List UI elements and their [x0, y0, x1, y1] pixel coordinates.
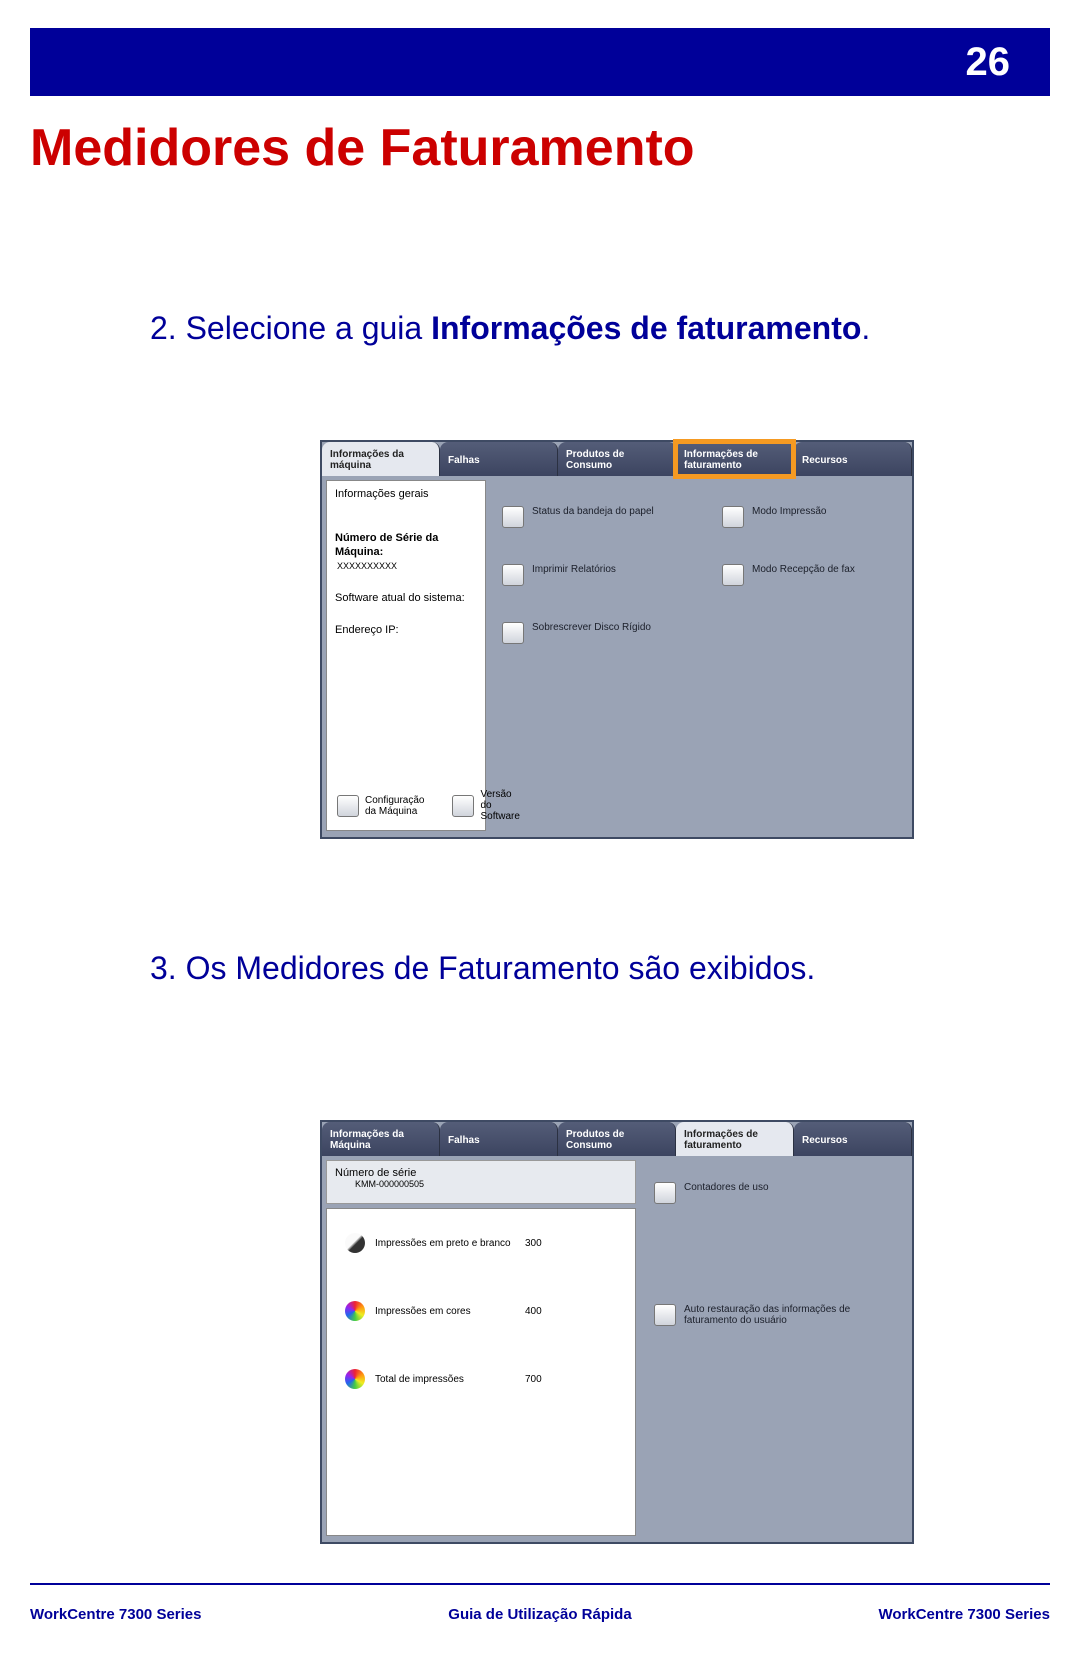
tab-resources[interactable]: Recursos: [794, 1122, 912, 1156]
right-panel-2: Contadores de uso Auto restauração das i…: [636, 1156, 912, 1542]
footer-center: Guia de Utilização Rápida: [448, 1606, 631, 1623]
page-number: 26: [966, 40, 1011, 85]
machine-config-button[interactable]: Configuração da Máquina: [337, 795, 424, 817]
step-2: 2. Selecione a guia Informações de fatur…: [150, 310, 870, 347]
meter-label: Total de impressões: [375, 1374, 525, 1385]
header-bar: 26: [30, 28, 1050, 96]
right-panel-1: Status da bandeja do papel Imprimir Rela…: [486, 476, 912, 837]
screenshot-2: Informações da Máquina Falhas Produtos d…: [320, 1120, 914, 1544]
color-icon: [345, 1301, 365, 1321]
left-panel-1: Informações gerais Número de Série da Má…: [326, 480, 486, 831]
page: 26 Medidores de Faturamento 2. Selecione…: [0, 0, 1080, 1669]
tab-billing-info-active[interactable]: Informações de faturamento: [676, 1122, 794, 1156]
button-icon: [654, 1182, 676, 1204]
screen2-body: Número de série KMM-000000505 Impressões…: [322, 1156, 912, 1542]
screenshot-1: Informações da máquina Falhas Produtos d…: [320, 440, 914, 839]
button-icon: [722, 506, 744, 528]
button-icon: [722, 564, 744, 586]
meter-list: Impressões em preto e branco 300 Impress…: [326, 1208, 636, 1536]
software-label: Software atual do sistema:: [335, 591, 477, 605]
config-row: Configuração da Máquina Versão do Softwa…: [337, 789, 475, 822]
button-icon: [502, 506, 524, 528]
screen1-body: Informações gerais Número de Série da Má…: [322, 476, 912, 837]
step-3: 3. Os Medidores de Faturamento são exibi…: [150, 950, 815, 987]
tab-resources[interactable]: Recursos: [794, 442, 912, 476]
button-icon: [654, 1304, 676, 1326]
footer-left: WorkCentre 7300 Series: [30, 1606, 201, 1623]
color-icon: [345, 1369, 365, 1389]
meter-label: Impressões em cores: [375, 1306, 525, 1317]
meter-value: 700: [525, 1374, 575, 1385]
ip-label: Endereço IP:: [335, 623, 477, 637]
footer-right: WorkCentre 7300 Series: [879, 1606, 1050, 1623]
step-2-bold: Informações de faturamento: [431, 310, 861, 346]
tab-bar-1: Informações da máquina Falhas Produtos d…: [322, 442, 912, 476]
footer-divider: [30, 1583, 1050, 1585]
software-version-button[interactable]: Versão do Software: [452, 789, 519, 822]
meter-value: 400: [525, 1306, 575, 1317]
meter-label: Impressões em preto e branco: [375, 1238, 525, 1249]
step-2-suffix: .: [861, 310, 870, 346]
button-icon: [502, 622, 524, 644]
meter-row-color: Impressões em cores 400: [345, 1301, 625, 1321]
serial-box: Número de série KMM-000000505: [326, 1160, 636, 1204]
step-2-prefix: 2. Selecione a guia: [150, 310, 431, 346]
button-icon: [502, 564, 524, 586]
serial-value: XXXXXXXXXX: [337, 559, 477, 573]
auto-reset-button[interactable]: Auto restauração das informações de fatu…: [654, 1304, 898, 1326]
footer: WorkCentre 7300 Series Guia de Utilizaçã…: [30, 1606, 1050, 1623]
serial-label-2: Número de série: [335, 1167, 627, 1179]
button-icon: [337, 795, 359, 817]
serial-label: Número de Série da Máquina:: [335, 531, 477, 559]
tab-machine-info[interactable]: Informações da máquina: [322, 442, 440, 476]
fax-mode-button[interactable]: Modo Recepção de fax: [722, 564, 902, 586]
print-reports-button[interactable]: Imprimir Relatórios: [502, 564, 682, 586]
usage-counters-button[interactable]: Contadores de uso: [654, 1182, 898, 1204]
meter-value: 300: [525, 1238, 575, 1249]
tab-faults[interactable]: Falhas: [440, 1122, 558, 1156]
paper-tray-status-button[interactable]: Status da bandeja do papel: [502, 506, 682, 528]
tab-billing-info[interactable]: Informações de faturamento: [676, 442, 794, 476]
tab-faults[interactable]: Falhas: [440, 442, 558, 476]
bw-icon: [345, 1233, 365, 1253]
print-mode-button[interactable]: Modo Impressão: [722, 506, 902, 528]
general-info-label: Informações gerais: [335, 487, 477, 501]
page-title: Medidores de Faturamento: [30, 118, 695, 178]
meter-row-bw: Impressões em preto e branco 300: [345, 1233, 625, 1253]
overwrite-hdd-button[interactable]: Sobrescrever Disco Rígido: [502, 622, 682, 644]
tab-bar-2: Informações da Máquina Falhas Produtos d…: [322, 1122, 912, 1156]
left-panel-2: Número de série KMM-000000505 Impressões…: [326, 1160, 636, 1536]
button-icon: [452, 795, 474, 817]
tab-machine-info[interactable]: Informações da Máquina: [322, 1122, 440, 1156]
highlight-box: [673, 439, 796, 479]
meter-row-total: Total de impressões 700: [345, 1369, 625, 1389]
serial-value-2: KMM-000000505: [355, 1179, 627, 1189]
tab-supplies[interactable]: Produtos de Consumo: [558, 442, 676, 476]
tab-supplies[interactable]: Produtos de Consumo: [558, 1122, 676, 1156]
